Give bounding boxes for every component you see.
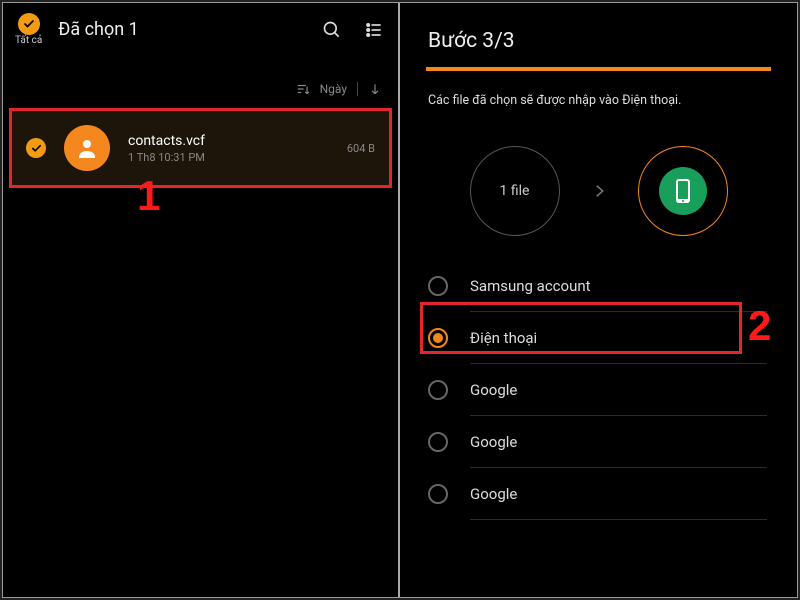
file-size: 604 B	[347, 142, 375, 155]
file-row[interactable]: contacts.vcf 1 Th8 10:31 PM 604 B	[9, 108, 392, 188]
search-icon[interactable]	[322, 20, 342, 40]
radio-icon	[428, 484, 448, 504]
file-date: 1 Th8 10:31 PM	[128, 151, 329, 164]
file-name: contacts.vcf	[128, 133, 329, 149]
sort-label[interactable]: Ngày	[320, 82, 347, 96]
divider	[357, 82, 358, 96]
annotation-1: 1	[137, 172, 160, 220]
option-phone[interactable]: Điện thoại	[428, 312, 797, 364]
import-wizard-panel: Bước 3/3 Các file đã chọn sẽ được nhập v…	[400, 3, 797, 597]
step-description: Các file đã chọn sẽ được nhập vào Điện t…	[400, 71, 797, 118]
select-all-label: Tất cả	[15, 35, 42, 46]
sort-direction-icon[interactable]	[368, 82, 382, 96]
transfer-diagram: 1 file	[400, 118, 797, 258]
source-label: 1 file	[500, 183, 530, 199]
chevron-right-icon	[590, 182, 608, 200]
option-label: Điện thoại	[470, 329, 537, 347]
option-label: Google	[470, 485, 517, 503]
radio-icon	[428, 380, 448, 400]
select-all-toggle[interactable]: Tất cả	[15, 13, 42, 46]
option-label: Samsung account	[470, 277, 591, 295]
sort-icon[interactable]	[296, 82, 310, 96]
source-circle: 1 file	[470, 146, 560, 236]
file-picker-panel: Tất cả Đã chọn 1 Ngày	[3, 3, 400, 597]
checkmark-icon	[26, 138, 46, 158]
radio-icon	[428, 328, 448, 348]
sort-bar: Ngày	[3, 52, 398, 104]
checkmark-icon	[18, 13, 40, 35]
left-header: Tất cả Đã chọn 1	[3, 3, 398, 52]
option-label: Google	[470, 381, 517, 399]
option-google-1[interactable]: Google	[428, 364, 797, 416]
file-meta: contacts.vcf 1 Th8 10:31 PM	[128, 133, 329, 164]
list-view-icon[interactable]	[364, 20, 384, 40]
option-samsung-account[interactable]: Samsung account	[428, 260, 797, 312]
destination-circle	[638, 146, 728, 236]
step-title: Bước 3/3	[400, 3, 797, 67]
option-google-3[interactable]: Google	[428, 468, 797, 520]
option-google-2[interactable]: Google	[428, 416, 797, 468]
phone-icon	[659, 167, 707, 215]
contact-file-icon	[64, 125, 110, 171]
radio-icon	[428, 432, 448, 452]
annotation-2: 2	[748, 302, 771, 350]
destination-options: Samsung account Điện thoại Google Google…	[400, 258, 797, 520]
option-label: Google	[470, 433, 517, 451]
radio-icon	[428, 276, 448, 296]
selection-count-title: Đã chọn 1	[58, 19, 306, 40]
